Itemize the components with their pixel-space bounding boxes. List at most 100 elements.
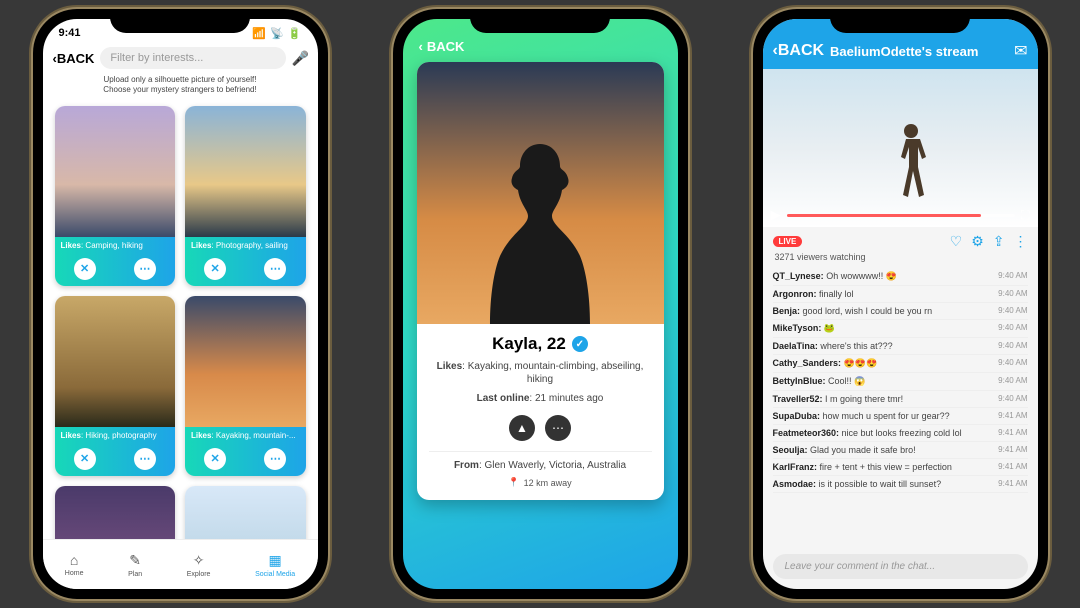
more-icon[interactable]: ⋮ bbox=[1014, 233, 1028, 250]
tab-bar: ⌂Home ✎Plan ✧Explore ▦Social Media bbox=[43, 539, 318, 589]
chat-button[interactable]: ⋯ bbox=[134, 448, 156, 470]
tab-explore[interactable]: ✧Explore bbox=[187, 552, 211, 578]
notch bbox=[470, 9, 610, 33]
pin-icon: 📍 bbox=[508, 477, 519, 488]
chat-time: 9:41 AM bbox=[998, 411, 1027, 421]
chat-username: SupaDuba: bbox=[773, 411, 823, 421]
video-player[interactable]: ▶ ⛶ bbox=[763, 69, 1038, 227]
plan-icon: ✎ bbox=[129, 552, 141, 569]
chat-time: 9:40 AM bbox=[998, 271, 1027, 282]
share-icon[interactable]: ⇪ bbox=[993, 233, 1005, 250]
profile-likes: Likes: Kayaking, mountain-climbing, abse… bbox=[429, 360, 652, 386]
wifi-icon: 📡 bbox=[270, 27, 284, 40]
chat-button[interactable]: ⋯ bbox=[264, 448, 286, 470]
tab-home[interactable]: ⌂Home bbox=[65, 552, 84, 577]
profile-card[interactable]: Likes: Photography, sailing ✕ ⋯ bbox=[185, 106, 306, 286]
chat-message: BettyInBlue: Cool!! 😱9:40 AM bbox=[773, 373, 1028, 391]
video-controls: ▶ ⛶ bbox=[763, 203, 1038, 227]
chat-time: 9:40 AM bbox=[998, 394, 1027, 404]
chat-message: DaelaTina: where's this at??? 9:40 AM bbox=[773, 338, 1028, 355]
chat-username: Asmodae: bbox=[773, 479, 819, 489]
notch bbox=[110, 9, 250, 33]
chat-text: nice but looks freezing cold lol bbox=[842, 428, 962, 438]
phone-mockup-2: ‹ BACK Kayla, 22 ✓ Likes: Kayaking, moun… bbox=[393, 9, 688, 599]
dismiss-button[interactable]: ✕ bbox=[74, 258, 96, 280]
chat-username: Traveller52: bbox=[773, 394, 826, 404]
profile-distance: 📍 12 km away bbox=[429, 477, 652, 488]
verified-badge-icon: ✓ bbox=[572, 336, 588, 352]
chat-username: Argonron: bbox=[773, 289, 820, 299]
chat-time: 9:41 AM bbox=[998, 479, 1027, 489]
chat-text: I m going there tmr! bbox=[825, 394, 903, 404]
chat-username: BettyInBlue: bbox=[773, 376, 829, 386]
profile-card[interactable]: Likes: Kayaking, mountain-... ✕ ⋯ bbox=[185, 296, 306, 476]
chat-placeholder: Leave your comment in the chat... bbox=[785, 561, 936, 572]
back-label: BACK bbox=[427, 39, 465, 54]
back-label: BACK bbox=[778, 42, 824, 60]
chat-button[interactable]: ⋯ bbox=[134, 258, 156, 280]
warning-icon: ▲ bbox=[516, 421, 528, 435]
chat-message: Traveller52: I m going there tmr! 9:40 AM bbox=[773, 391, 1028, 408]
chat-message: Cathy_Sanders: 😍😍😍9:40 AM bbox=[773, 355, 1028, 373]
dismiss-button[interactable]: ✕ bbox=[204, 448, 226, 470]
back-button[interactable]: ‹ BACK bbox=[53, 51, 95, 66]
screen-stream: ‹ BACK BaeliumOdette's stream ✉ ▶ ⛶ LIVE… bbox=[763, 19, 1038, 589]
profile-last-online: Last online: 21 minutes ago bbox=[429, 392, 652, 405]
chat-time: 9:41 AM bbox=[998, 428, 1027, 438]
progress-bar[interactable] bbox=[787, 214, 1016, 217]
chat-text: finally lol bbox=[819, 289, 854, 299]
phone-mockup-3: ‹ BACK BaeliumOdette's stream ✉ ▶ ⛶ LIVE… bbox=[753, 9, 1048, 599]
play-icon[interactable]: ▶ bbox=[771, 207, 781, 223]
search-input[interactable]: Filter by interests... bbox=[100, 47, 285, 69]
chat-message: Featmeteor360: nice but looks freezing c… bbox=[773, 425, 1028, 442]
chat-button[interactable]: ⋯ bbox=[264, 258, 286, 280]
tab-plan[interactable]: ✎Plan bbox=[128, 552, 142, 578]
phone-mockup-1: 9:41 📶 📡 🔋 ‹ BACK Filter by interests...… bbox=[33, 9, 328, 599]
chat-message: QT_Lynese: Oh wowwww!! 😍9:40 AM bbox=[773, 268, 1028, 286]
mail-icon[interactable]: ✉ bbox=[1014, 41, 1027, 61]
tab-social[interactable]: ▦Social Media bbox=[255, 552, 295, 578]
chevron-left-icon: ‹ bbox=[419, 39, 423, 54]
chat-username: DaelaTina: bbox=[773, 341, 821, 351]
chat-list[interactable]: QT_Lynese: Oh wowwww!! 😍9:40 AM Argonron:… bbox=[763, 266, 1038, 550]
gear-icon[interactable]: ⚙ bbox=[971, 233, 984, 250]
card-likes: Likes: Camping, hiking bbox=[55, 237, 176, 254]
chat-time: 9:40 AM bbox=[998, 306, 1027, 316]
chat-time: 9:40 AM bbox=[998, 289, 1027, 299]
back-button[interactable]: ‹ BACK bbox=[773, 42, 825, 60]
chat-text: 😍😍😍 bbox=[844, 358, 878, 368]
instructions: Upload only a silhouette picture of your… bbox=[43, 75, 318, 100]
battery-icon: 🔋 bbox=[288, 27, 302, 40]
chat-time: 9:40 AM bbox=[998, 323, 1027, 334]
chat-text: where's this at??? bbox=[820, 341, 892, 351]
chat-message: Seoulja: Glad you made it safe bro!9:41 … bbox=[773, 442, 1028, 459]
profile-name: Kayla, 22 ✓ bbox=[492, 334, 588, 354]
chat-username: KarlFranz: bbox=[773, 462, 820, 472]
dismiss-button[interactable]: ✕ bbox=[204, 258, 226, 280]
profile-card[interactable]: Likes: Camping, hiking ✕ ⋯ bbox=[55, 106, 176, 286]
fullscreen-icon[interactable]: ⛶ bbox=[1021, 208, 1029, 223]
card-likes: Likes: Photography, sailing bbox=[185, 237, 306, 254]
report-button[interactable]: ▲ bbox=[509, 415, 535, 441]
dismiss-button[interactable]: ✕ bbox=[74, 448, 96, 470]
search-placeholder: Filter by interests... bbox=[110, 52, 203, 64]
notch bbox=[830, 9, 970, 33]
chat-time: 9:40 AM bbox=[998, 341, 1027, 351]
chat-username: Benja: bbox=[773, 306, 803, 316]
card-likes: Likes: Hiking, photography bbox=[55, 427, 176, 444]
profile-image bbox=[417, 62, 664, 324]
back-label: BACK bbox=[57, 51, 95, 66]
silhouette-shape bbox=[460, 124, 620, 324]
chat-text: fire + tent + this view = perfection bbox=[820, 462, 952, 472]
mic-icon[interactable]: 🎤 bbox=[292, 50, 308, 67]
chat-message: SupaDuba: how much u spent for ur gear??… bbox=[773, 408, 1028, 425]
chat-input[interactable]: Leave your comment in the chat... bbox=[773, 554, 1028, 579]
silhouette-image bbox=[55, 106, 176, 237]
chat-username: Cathy_Sanders: bbox=[773, 358, 844, 368]
silhouette-image bbox=[185, 106, 306, 237]
message-button[interactable]: ⋯ bbox=[545, 415, 571, 441]
profile-card[interactable]: Likes: Hiking, photography ✕ ⋯ bbox=[55, 296, 176, 476]
donate-icon[interactable]: ♡ bbox=[950, 233, 963, 250]
chat-text: is it possible to wait till sunset? bbox=[819, 479, 942, 489]
profile-detail-card: Kayla, 22 ✓ Likes: Kayaking, mountain-cl… bbox=[417, 62, 664, 500]
